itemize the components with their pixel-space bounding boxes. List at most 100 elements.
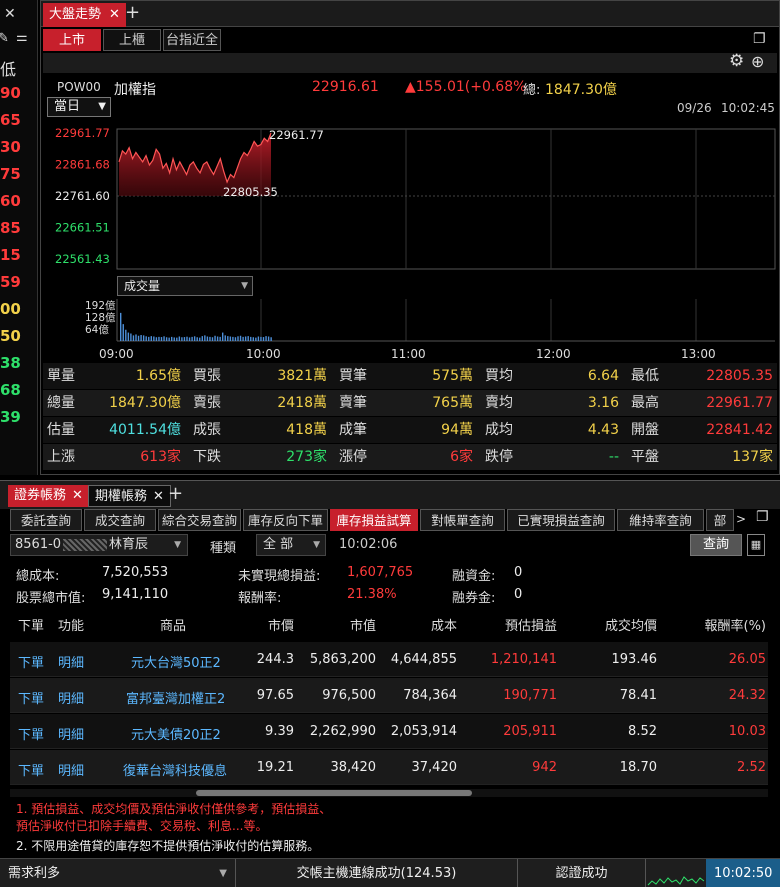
table-cell[interactable]: 元大台灣50正2: [131, 652, 221, 671]
chevron-down-icon: ▼: [98, 101, 106, 112]
return-value: 21.38%: [347, 587, 397, 602]
stat-value: 137家: [732, 449, 773, 465]
tab-options-account[interactable]: 期權帳務 ✕: [88, 485, 171, 507]
subtab-otc[interactable]: 上櫃: [103, 29, 161, 51]
stat-value: 2418萬: [277, 395, 327, 411]
detail-link[interactable]: 明細: [58, 652, 84, 671]
order-link[interactable]: 下單: [18, 724, 44, 743]
edit-icon[interactable]: ✎: [0, 31, 9, 46]
detail-link[interactable]: 明細: [58, 688, 84, 707]
symbol-code: POW00: [57, 80, 101, 94]
popout-icon[interactable]: ❐: [756, 509, 769, 525]
indicator-select[interactable]: 成交量 ▼: [117, 276, 253, 296]
func-tab[interactable]: 部: [706, 509, 734, 531]
detail-link[interactable]: 明細: [58, 724, 84, 743]
left-strip-value: 60: [0, 192, 21, 210]
total-volume: 1847.30億: [545, 82, 617, 98]
chevron-down-icon: ▼: [241, 281, 248, 291]
tab-market-trend[interactable]: 大盤走勢 ✕: [43, 3, 126, 27]
left-strip-value: 59: [0, 273, 21, 291]
export-icon[interactable]: ▦: [747, 534, 765, 556]
left-strip-value: 38: [0, 354, 21, 372]
add-tab-icon[interactable]: +: [125, 2, 140, 23]
left-strip-value: 65: [0, 111, 21, 129]
market-value-label: 股票總市值:: [16, 591, 86, 606]
func-tab[interactable]: 庫存損益試算: [330, 509, 418, 531]
func-tab[interactable]: 綜合交易查詢: [158, 509, 241, 531]
table-header-cell: 市價: [267, 619, 294, 634]
subtab-listed[interactable]: 上市: [43, 29, 101, 51]
volume-bar: [173, 337, 175, 341]
return-label: 報酬率:: [238, 591, 282, 606]
chevron-down-icon: ▼: [313, 540, 320, 550]
intraday-chart[interactable]: 22961.77 22861.68 22761.60 22661.51 22561.43…: [41, 121, 779, 363]
close-icon[interactable]: ✕: [153, 489, 164, 504]
volume-bar: [132, 335, 135, 341]
tab-label: 大盤走勢: [49, 7, 102, 22]
close-icon[interactable]: ✕: [109, 7, 120, 22]
symbol-name: 加權指: [114, 82, 156, 98]
total-cost-value: 7,520,553: [102, 565, 169, 580]
margin-label: 融資金:: [452, 569, 496, 584]
volume-bar: [247, 336, 249, 341]
subtab-tx-near[interactable]: 台指近全: [163, 29, 221, 51]
status-bar: 需求利多 ▼ 交帳主機連線成功(124.53) 認證成功 10:02:50: [0, 858, 780, 887]
func-tab[interactable]: 對帳單查詢: [420, 509, 505, 531]
stat-value: 22805.35: [706, 368, 773, 384]
detail-link[interactable]: 明細: [58, 760, 84, 779]
volume-bar: [181, 337, 183, 341]
type-label: 種類: [210, 541, 237, 556]
type-select[interactable]: 全 部 ▼: [256, 534, 326, 556]
table-cell: 244.3: [256, 652, 294, 667]
func-tab[interactable]: 庫存反向下單: [243, 509, 328, 531]
x-tick-label: 09:00: [99, 347, 134, 361]
gear-icon[interactable]: ⚙: [729, 51, 744, 71]
stat-label: 成筆: [339, 422, 367, 438]
total-label: 總:: [523, 83, 541, 98]
status-news-select[interactable]: 需求利多 ▼: [0, 859, 236, 887]
stat-value: 4011.54億: [109, 422, 181, 438]
volume-bar: [204, 335, 206, 341]
func-tab[interactable]: 委託查詢: [10, 509, 82, 531]
period-select[interactable]: 當日 ▼: [47, 97, 111, 117]
table-cell: 205,911: [503, 724, 557, 739]
volume-bar: [222, 332, 224, 341]
add-tab-icon[interactable]: +: [168, 483, 183, 504]
horizontal-scrollbar[interactable]: [10, 789, 768, 797]
table-cell[interactable]: 元大美債20正2: [131, 724, 221, 743]
volume-bar: [257, 336, 260, 341]
x-tick-label: 10:00: [246, 347, 281, 361]
left-quote-strip: ✕ ✎ ⚌ 低 90 65 30 75 60 85 15 59 00 50 38 68 39: [0, 0, 38, 475]
func-tab[interactable]: 成交查詢: [84, 509, 156, 531]
func-tab[interactable]: 已實現損益查詢: [507, 509, 615, 531]
account-select[interactable]: 8561-0 林育辰 ▼: [10, 534, 188, 556]
volume-bar: [178, 336, 181, 341]
close-icon[interactable]: ✕: [4, 6, 16, 22]
y-tick-label: 22961.77: [55, 126, 110, 140]
stat-value: 1.65億: [135, 368, 181, 384]
query-button[interactable]: 查詢: [690, 534, 742, 556]
table-cell[interactable]: 富邦臺灣加權正2: [126, 688, 225, 707]
order-link[interactable]: 下單: [18, 760, 44, 779]
volume-bar: [206, 336, 209, 341]
table-cell[interactable]: 復華台灣科技優息: [123, 760, 227, 779]
volume-bar: [135, 334, 137, 341]
zoom-in-icon[interactable]: ⊕: [751, 52, 764, 71]
left-strip-value: 68: [0, 381, 21, 399]
top-tab-bar: 大盤走勢 ✕ +: [41, 1, 779, 27]
close-icon[interactable]: ✕: [72, 488, 83, 503]
order-link[interactable]: 下單: [18, 652, 44, 671]
stat-label: 賣筆: [339, 395, 367, 411]
stat-label: 賣張: [193, 395, 221, 411]
volume-tick-label: 64億: [85, 323, 109, 336]
volume-bar: [244, 336, 247, 341]
popout-icon[interactable]: ❐: [753, 31, 766, 47]
y-tick-label: 22661.51: [55, 221, 110, 235]
scrollbar-thumb[interactable]: [196, 790, 472, 796]
order-link[interactable]: 下單: [18, 688, 44, 707]
tab-securities-account[interactable]: 證券帳務 ✕: [8, 485, 89, 507]
func-tab[interactable]: 維持率查詢: [617, 509, 704, 531]
auth-status: 認證成功: [518, 859, 646, 887]
settings-sliders-icon[interactable]: ⚌: [16, 30, 28, 45]
chevron-right-icon[interactable]: >: [736, 512, 746, 526]
